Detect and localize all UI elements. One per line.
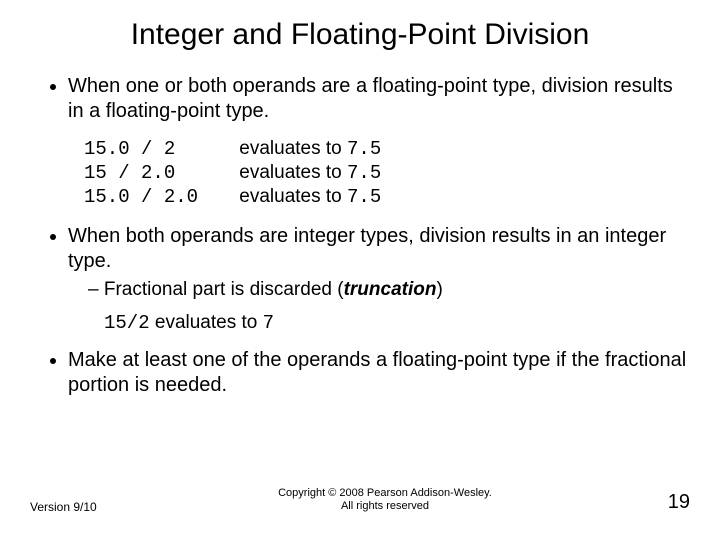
example-text: evaluates to <box>239 186 347 207</box>
sub-bullet-list: Fractional part is discarded (truncation… <box>68 278 690 302</box>
example-row: 15.0 / 2 evaluates to 7.5 <box>84 138 690 160</box>
example-expr: 15 / 2.0 <box>84 162 234 184</box>
footer-page-number: 19 <box>630 491 690 514</box>
sub-bullet-em: truncation <box>344 279 437 300</box>
bullet-list: Make at least one of the operands a floa… <box>30 348 690 398</box>
example-text: evaluates to <box>239 138 347 159</box>
slide-title: Integer and Floating-Point Division <box>30 18 690 52</box>
sub-bullet-text: Fractional part is discarded ( <box>104 279 344 300</box>
example-eval: evaluates to 7.5 <box>239 162 381 184</box>
copyright-line-1: Copyright © 2008 Pearson Addison-Wesley. <box>278 487 492 499</box>
example-row: 15 / 2.0 evaluates to 7.5 <box>84 162 690 184</box>
inline-text: evaluates to <box>150 312 263 333</box>
bullet-2: When both operands are integer types, di… <box>68 224 690 302</box>
footer-copyright: Copyright © 2008 Pearson Addison-Wesley.… <box>140 487 630 515</box>
inline-example: 15/2 evaluates to 7 <box>104 312 690 334</box>
slide: Integer and Floating-Point Division When… <box>0 0 720 540</box>
example-result: 7.5 <box>347 162 381 184</box>
footer-version: Version 9/10 <box>30 500 140 514</box>
inline-expr: 15/2 <box>104 312 150 334</box>
example-text: evaluates to <box>239 162 347 183</box>
example-expr: 15.0 / 2.0 <box>84 186 234 208</box>
bullet-3: Make at least one of the operands a floa… <box>68 348 690 398</box>
footer: Version 9/10 Copyright © 2008 Pearson Ad… <box>30 487 690 515</box>
example-expr: 15.0 / 2 <box>84 138 234 160</box>
example-eval: evaluates to 7.5 <box>239 138 381 160</box>
examples-block-1: 15.0 / 2 evaluates to 7.5 15 / 2.0 evalu… <box>84 138 690 208</box>
bullet-1: When one or both operands are a floating… <box>68 74 690 124</box>
example-result: 7.5 <box>347 138 381 160</box>
example-result: 7.5 <box>347 186 381 208</box>
bullet-list: When both operands are integer types, di… <box>30 224 690 302</box>
sub-bullet: Fractional part is discarded (truncation… <box>88 278 690 302</box>
example-row: 15.0 / 2.0 evaluates to 7.5 <box>84 186 690 208</box>
inline-result: 7 <box>263 312 274 334</box>
sub-bullet-close: ) <box>436 279 442 300</box>
example-eval: evaluates to 7.5 <box>239 186 381 208</box>
copyright-line-2: All rights reserved <box>341 500 429 512</box>
bullet-list: When one or both operands are a floating… <box>30 74 690 124</box>
bullet-2-text: When both operands are integer types, di… <box>68 225 666 272</box>
